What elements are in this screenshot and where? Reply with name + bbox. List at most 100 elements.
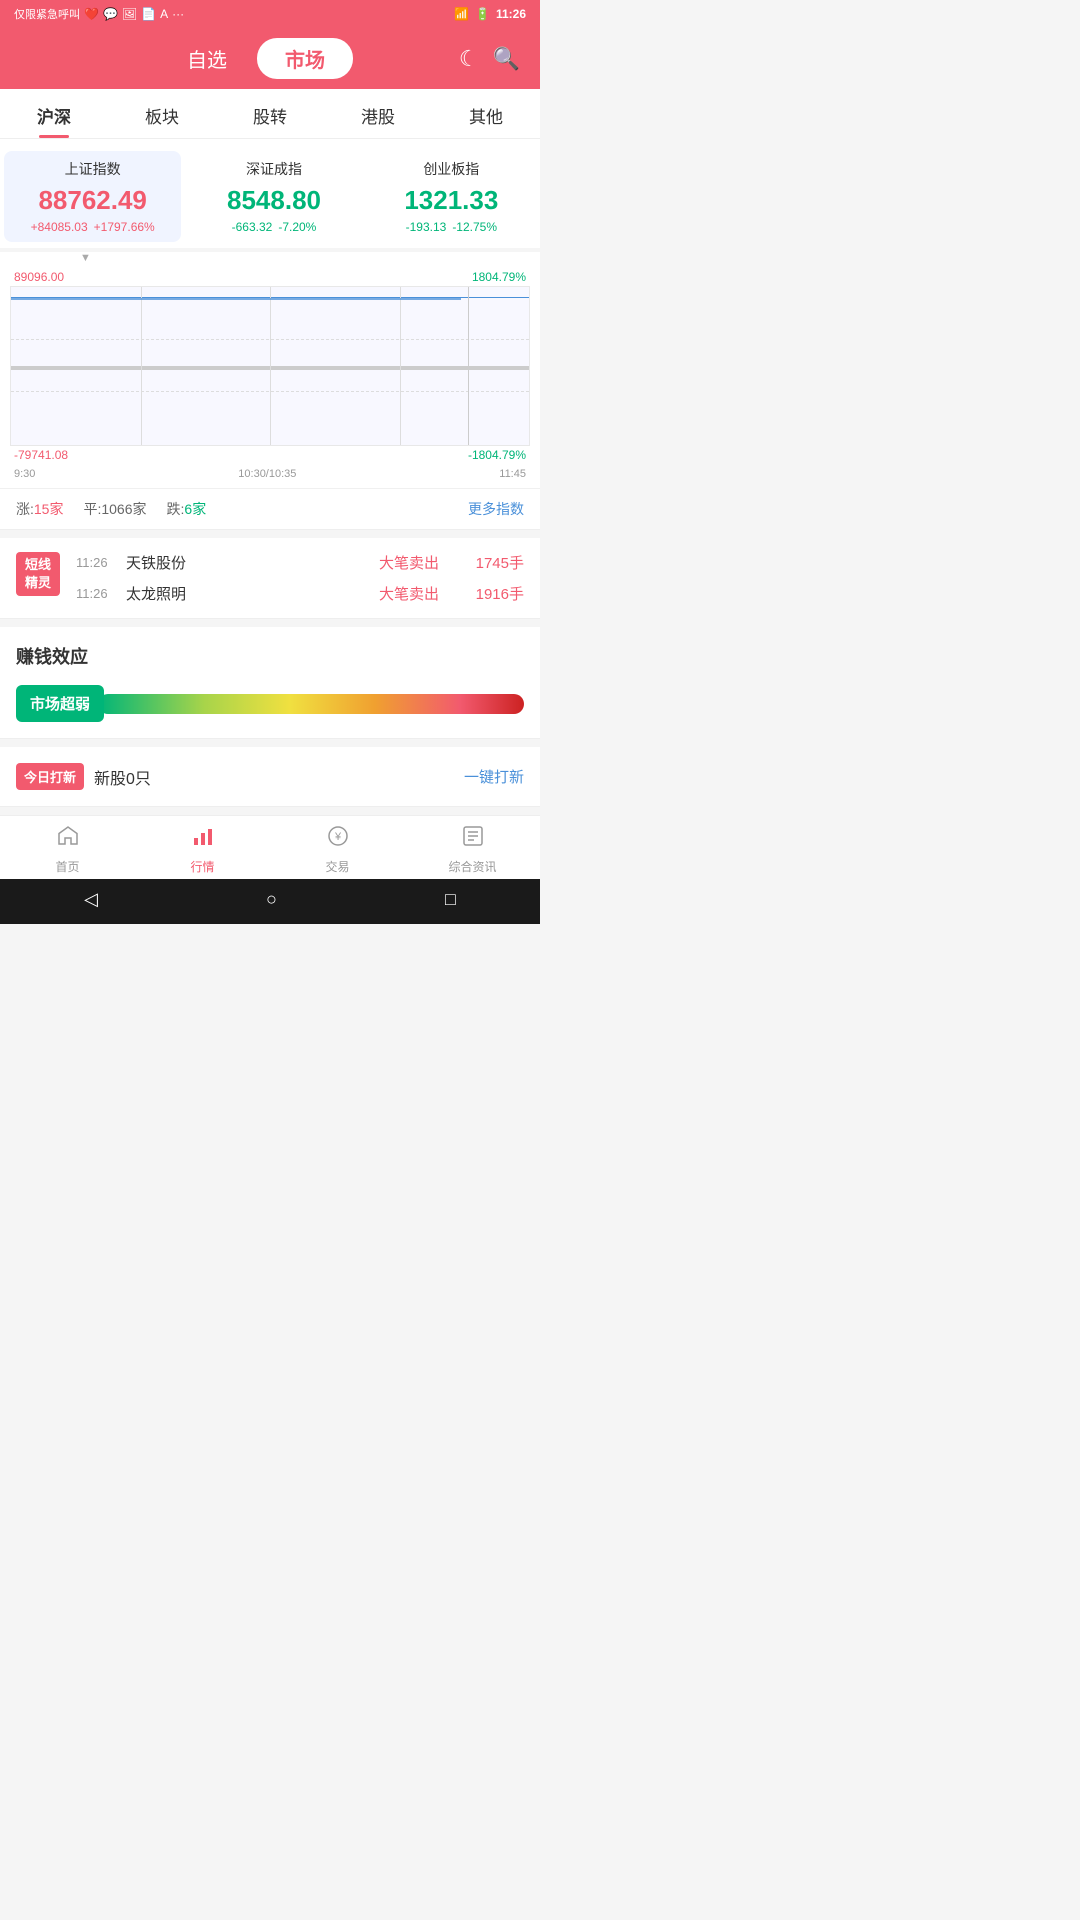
index-cards: 上证指数 88762.49 +84085.03 +1797.66% 深证成指 8… [0,139,540,248]
sl-time-0: 11:26 [76,555,116,570]
wifi-icon: 📶 [454,7,469,21]
new-stocks-section: 今日打新 新股0只 一键打新 [0,747,540,806]
market-badge[interactable]: 市场超弱 [16,685,104,722]
nav-trade[interactable]: ¥ 交易 [270,824,405,875]
short-line-row-0: 11:26 天铁股份 大笔卖出 1745手 [76,552,524,573]
divider-4 [0,806,540,807]
market-stats: 涨:15家 平:1066家 跌:6家 更多指数 [0,488,540,529]
chart-top-left: 89096.00 [14,270,64,284]
nav-market-label: 行情 [190,858,214,875]
chart-area[interactable] [10,286,530,446]
index-name-0: 上证指数 [14,159,171,179]
self-select-tab[interactable]: 自选 [187,44,227,73]
index-change1-0: +84085.03 [31,220,88,234]
index-value-0: 88762.49 [14,185,171,216]
recent-button[interactable]: □ [445,889,456,910]
chart-svg [11,287,529,445]
chart-labels-top: 89096.00 1804.79% [10,268,530,286]
status-right: 📶 🔋 11:26 [454,7,526,21]
new-stocks-text: 新股0只 [94,765,454,789]
sl-action-0: 大笔卖出 [374,552,444,573]
tab-hongkong[interactable]: 港股 [324,89,432,138]
tab-others[interactable]: 其他 [432,89,540,138]
one-click-button[interactable]: 一键打新 [464,766,524,787]
divider-3 [0,738,540,739]
chart-bottom-left: -79741.08 [14,448,68,462]
index-change-2: -193.13 -12.75% [373,220,530,234]
status-bar: 仅限紧急呼叫 ❤️ 💬 🖼 📄 A ··· 📶 🔋 11:26 [0,0,540,28]
svg-text:¥: ¥ [333,831,341,843]
gauge-bar [98,694,524,714]
bottom-nav: 首页 行情 ¥ 交易 综合资讯 [0,815,540,879]
short-line-badge[interactable]: 短线 精灵 [16,552,60,596]
index-change-0: +84085.03 +1797.66% [14,220,171,234]
index-card-chinext[interactable]: 创业板指 1321.33 -193.13 -12.75% [363,151,540,242]
index-name-1: 深证成指 [195,159,352,179]
back-button[interactable]: ◁ [84,889,98,910]
chart-time-left: 9:30 [14,468,35,480]
nav-market[interactable]: 行情 [135,824,270,875]
nav-trade-label: 交易 [325,858,349,875]
system-nav: ◁ ○ □ [0,879,540,924]
a-icon: A [160,7,168,21]
status-left: 仅限紧急呼叫 ❤️ 💬 🖼 📄 A ··· [14,6,184,22]
index-change-1: -663.32 -7.20% [195,220,352,234]
index-value-1: 8548.80 [195,185,352,216]
divider-2 [0,618,540,619]
chart-labels-bottom-values: -79741.08 -1804.79% [10,446,530,464]
money-effect-title: 赚钱效应 [16,643,524,669]
sl-name-1[interactable]: 太龙照明 [126,583,364,604]
doc-icon: 📄 [141,7,156,21]
photo-icon: 🖼 [122,7,137,21]
index-change2-2: -12.75% [452,220,497,234]
market-tab[interactable]: 市场 [257,38,353,79]
flat-label: 平:1066家 [83,499,146,519]
index-name-2: 创业板指 [373,159,530,179]
header-icons: ☾ 🔍 [459,46,520,72]
chart-top-right: 1804.79% [472,270,526,284]
battery-icon: 🔋 [475,7,490,21]
index-change2-1: -7.20% [278,220,316,234]
index-card-shanghai[interactable]: 上证指数 88762.49 +84085.03 +1797.66% [4,151,181,242]
selected-arrow: ▼ [0,252,540,268]
flat-value: 1066家 [101,501,146,517]
news-icon [461,824,485,854]
chart-bottom-right: -1804.79% [468,448,526,462]
status-text: 仅限紧急呼叫 [14,6,80,22]
search-icon[interactable]: 🔍 [493,46,520,72]
sl-volume-0: 1745手 [454,552,524,573]
rise-value: 15家 [34,501,64,517]
home-button[interactable]: ○ [266,889,277,910]
sl-name-0[interactable]: 天铁股份 [126,552,364,573]
tab-hudepth[interactable]: 沪深 [0,89,108,138]
nav-home[interactable]: 首页 [0,824,135,875]
dots-icon: ··· [172,7,184,21]
more-index-button[interactable]: 更多指数 [468,499,524,519]
index-card-shenzhen[interactable]: 深证成指 8548.80 -663.32 -7.20% [185,151,362,242]
sl-time-1: 11:26 [76,586,116,601]
tab-guzhuang[interactable]: 股转 [216,89,324,138]
tab-sector[interactable]: 板块 [108,89,216,138]
night-mode-icon[interactable]: ☾ [459,46,479,72]
sl-volume-1: 1916手 [454,583,524,604]
market-icon [191,824,215,854]
short-line-items: 11:26 天铁股份 大笔卖出 1745手 11:26 太龙照明 大笔卖出 19… [76,552,524,604]
home-icon [56,824,80,854]
header: 自选 市场 ☾ 🔍 [0,28,540,89]
market-badge-row: 市场超弱 [16,685,524,722]
nav-home-label: 首页 [55,858,79,875]
status-time: 11:26 [496,7,526,21]
money-effect: 赚钱效应 市场超弱 [0,627,540,738]
short-line-row-1: 11:26 太龙照明 大笔卖出 1916手 [76,583,524,604]
divider-1 [0,529,540,530]
index-value-2: 1321.33 [373,185,530,216]
msg-icon: 💬 [103,7,118,21]
nav-news[interactable]: 综合资讯 [405,824,540,875]
index-change1-1: -663.32 [232,220,273,234]
rise-label: 涨:15家 [16,499,63,519]
fall-value: 6家 [184,501,206,517]
index-change1-2: -193.13 [406,220,447,234]
tab-bar: 沪深 板块 股转 港股 其他 [0,89,540,139]
short-line-section: 短线 精灵 11:26 天铁股份 大笔卖出 1745手 11:26 太龙照明 大… [0,538,540,618]
new-stocks-tag: 今日打新 [16,763,84,790]
